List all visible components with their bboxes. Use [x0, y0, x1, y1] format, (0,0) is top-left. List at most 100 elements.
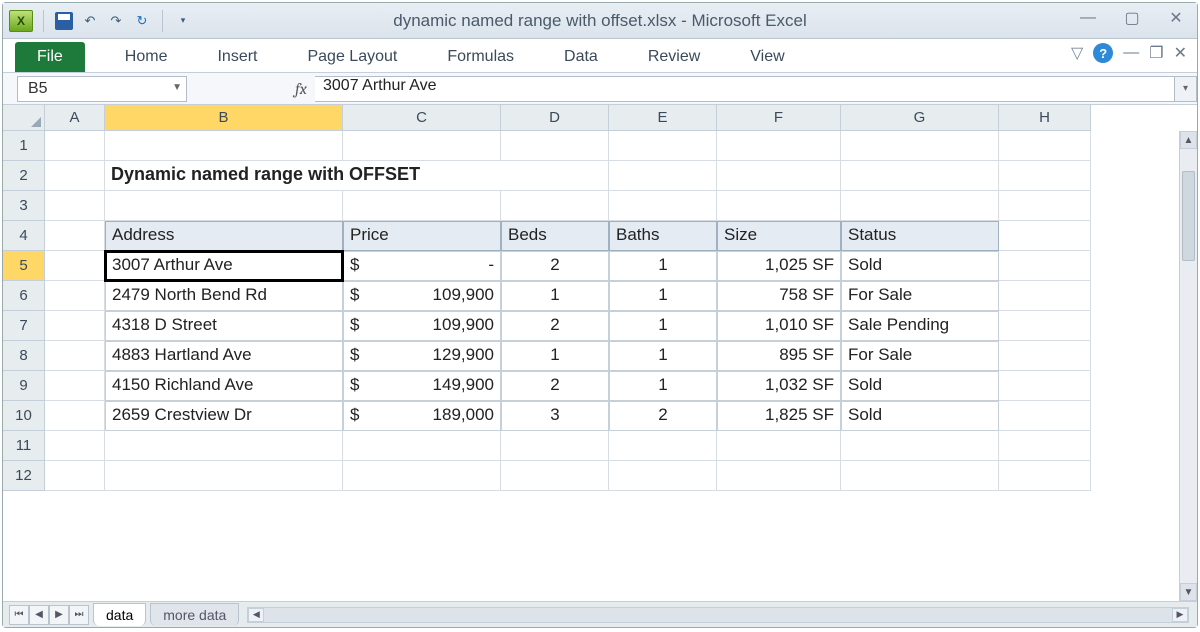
cell[interactable]: 1 — [609, 281, 717, 311]
cell[interactable] — [501, 191, 609, 221]
cell[interactable]: $189,000 — [343, 401, 501, 431]
scroll-thumb[interactable] — [1182, 171, 1195, 261]
cell[interactable]: 1 — [609, 311, 717, 341]
cell[interactable]: Sold — [841, 371, 999, 401]
cell[interactable]: For Sale — [841, 281, 999, 311]
row-header-11[interactable]: 11 — [3, 431, 45, 461]
sheet-tab-data[interactable]: data — [93, 603, 146, 626]
scroll-down-button[interactable]: ▼ — [1180, 583, 1197, 601]
scroll-up-button[interactable]: ▲ — [1180, 131, 1197, 149]
cell[interactable] — [45, 191, 105, 221]
cell[interactable] — [501, 431, 609, 461]
file-tab[interactable]: File — [15, 42, 85, 72]
maximize-button[interactable]: ▢ — [1119, 7, 1145, 29]
cell[interactable]: 4150 Richland Ave — [105, 371, 343, 401]
scroll-right-button[interactable]: ▶ — [1172, 608, 1188, 622]
cell[interactable]: 3 — [501, 401, 609, 431]
tab-home[interactable]: Home — [109, 42, 184, 72]
table-header[interactable]: Price — [343, 221, 501, 251]
formula-bar-expand-icon[interactable]: ▾ — [1175, 76, 1197, 102]
row-header-9[interactable]: 9 — [3, 371, 45, 401]
fx-icon[interactable]: fx — [287, 80, 315, 98]
cell[interactable] — [609, 131, 717, 161]
cells-area[interactable]: Dynamic named range with OFFSETAddressPr… — [45, 131, 1179, 601]
cell[interactable] — [105, 431, 343, 461]
cell[interactable]: 1,032 SF — [717, 371, 841, 401]
cell[interactable] — [501, 131, 609, 161]
cell[interactable] — [717, 161, 841, 191]
worksheet-grid[interactable]: ABCDEFGH 123456789101112 Dynamic named r… — [3, 105, 1197, 601]
sheet-nav-last[interactable]: ⏭ — [69, 605, 89, 625]
cell[interactable] — [717, 461, 841, 491]
sheet-tab-more-data[interactable]: more data — [150, 603, 239, 626]
cell[interactable] — [999, 341, 1091, 371]
cell[interactable] — [609, 431, 717, 461]
cell[interactable] — [105, 461, 343, 491]
tab-review[interactable]: Review — [632, 42, 716, 72]
cell[interactable]: 4883 Hartland Ave — [105, 341, 343, 371]
cell[interactable] — [841, 191, 999, 221]
cell[interactable] — [999, 251, 1091, 281]
cell[interactable]: 2659 Crestview Dr — [105, 401, 343, 431]
cell[interactable] — [999, 161, 1091, 191]
cell[interactable] — [841, 461, 999, 491]
tab-formulas[interactable]: Formulas — [431, 42, 530, 72]
cell[interactable] — [999, 431, 1091, 461]
cell[interactable]: 2 — [501, 311, 609, 341]
cell[interactable] — [999, 371, 1091, 401]
cell[interactable] — [45, 251, 105, 281]
cell[interactable]: $129,900 — [343, 341, 501, 371]
row-header-1[interactable]: 1 — [3, 131, 45, 161]
cell[interactable] — [343, 191, 501, 221]
row-header-7[interactable]: 7 — [3, 311, 45, 341]
cell[interactable] — [45, 131, 105, 161]
cell[interactable]: 4318 D Street — [105, 311, 343, 341]
sheet-nav-next[interactable]: ▶ — [49, 605, 69, 625]
tab-page-layout[interactable]: Page Layout — [291, 42, 413, 72]
row-header-8[interactable]: 8 — [3, 341, 45, 371]
cell[interactable]: Sold — [841, 251, 999, 281]
cell[interactable] — [717, 131, 841, 161]
table-header[interactable]: Address — [105, 221, 343, 251]
cell[interactable]: 1,025 SF — [717, 251, 841, 281]
cell[interactable] — [841, 161, 999, 191]
cell[interactable] — [343, 431, 501, 461]
cell[interactable]: $- — [343, 251, 501, 281]
cell[interactable] — [343, 131, 501, 161]
column-header-F[interactable]: F — [717, 105, 841, 131]
cell[interactable] — [105, 191, 343, 221]
cell[interactable] — [45, 311, 105, 341]
cell[interactable]: Sold — [841, 401, 999, 431]
cell[interactable] — [609, 461, 717, 491]
cell[interactable] — [45, 461, 105, 491]
column-header-D[interactable]: D — [501, 105, 609, 131]
column-header-B[interactable]: B — [105, 105, 343, 131]
row-header-2[interactable]: 2 — [3, 161, 45, 191]
vertical-scrollbar[interactable]: ▲ ▼ — [1179, 131, 1197, 601]
workbook-restore-button[interactable]: ❐ — [1149, 43, 1163, 63]
cell[interactable] — [999, 221, 1091, 251]
help-icon[interactable]: ? — [1093, 43, 1113, 63]
cell[interactable]: $109,900 — [343, 281, 501, 311]
cell[interactable] — [343, 461, 501, 491]
cell[interactable] — [45, 221, 105, 251]
sheet-nav-first[interactable]: ⏮ — [9, 605, 29, 625]
cell[interactable] — [717, 431, 841, 461]
cell[interactable] — [999, 461, 1091, 491]
row-header-6[interactable]: 6 — [3, 281, 45, 311]
table-header[interactable]: Beds — [501, 221, 609, 251]
close-button[interactable]: ✕ — [1163, 7, 1189, 29]
cell[interactable] — [999, 311, 1091, 341]
cell[interactable] — [841, 131, 999, 161]
workbook-minimize-button[interactable]: — — [1123, 44, 1139, 62]
cell[interactable]: 3007 Arthur Ave — [105, 251, 343, 281]
cell[interactable]: 1 — [609, 371, 717, 401]
cell[interactable]: 895 SF — [717, 341, 841, 371]
cell[interactable] — [45, 281, 105, 311]
cell[interactable] — [717, 191, 841, 221]
row-header-4[interactable]: 4 — [3, 221, 45, 251]
column-header-G[interactable]: G — [841, 105, 999, 131]
cell[interactable] — [45, 161, 105, 191]
minimize-button[interactable]: — — [1075, 7, 1101, 29]
cell[interactable]: 2479 North Bend Rd — [105, 281, 343, 311]
